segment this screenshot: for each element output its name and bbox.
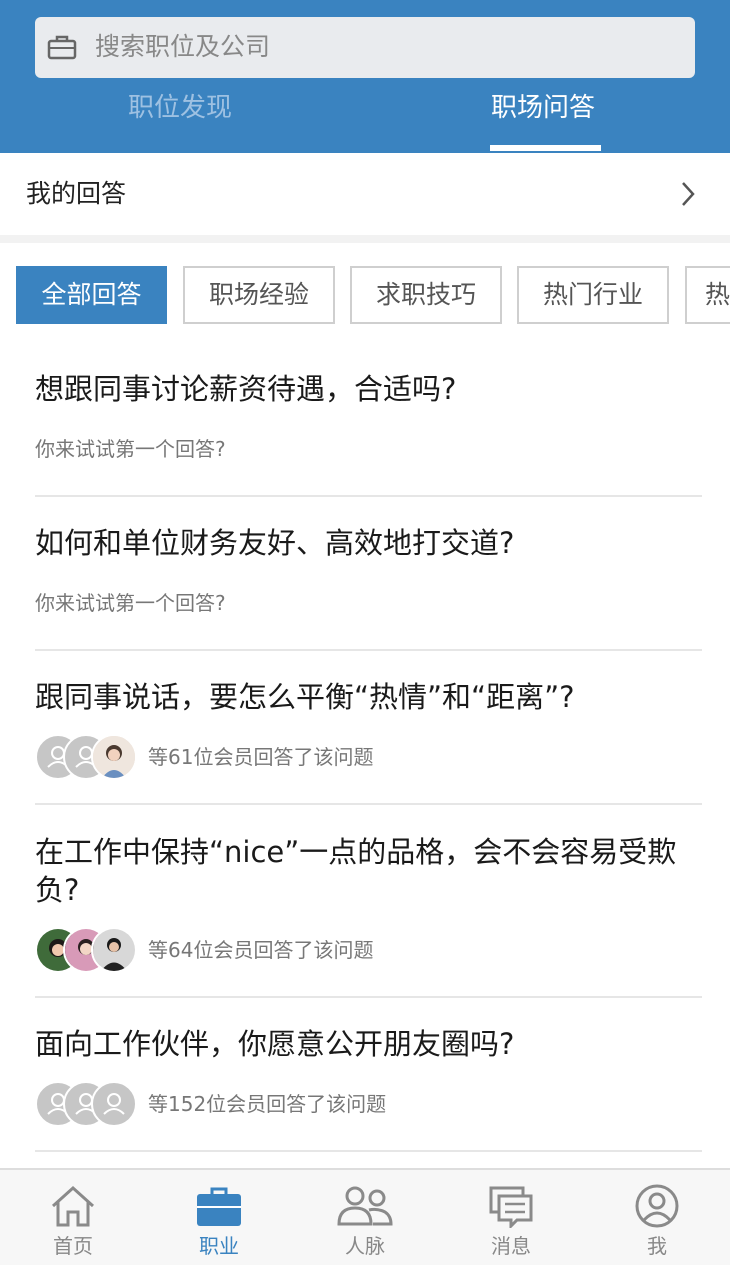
answer-count-text: 等61位会员回答了该问题 (148, 745, 374, 769)
nav-item-career[interactable]: 职业 (146, 1170, 292, 1267)
nav-item-me[interactable]: 我 (584, 1170, 730, 1267)
people-icon (337, 1186, 393, 1226)
question-title: 如何和单位财务友好、高效地打交道? (35, 526, 515, 560)
avatar (91, 1081, 137, 1127)
divider (35, 1150, 702, 1152)
question-item[interactable]: 面向工作伙伴，你愿意公开朋友圈吗? (35, 1025, 702, 1063)
search-placeholder: 搜索职位及公司 (95, 32, 271, 61)
user-icon (635, 1184, 679, 1228)
divider (35, 649, 702, 651)
tab-workplace-qa[interactable]: 职场问答 (491, 90, 595, 126)
nav-label: 我 (647, 1234, 667, 1258)
question-subtext: 你来试试第一个回答? (35, 591, 226, 615)
avatar (91, 734, 137, 780)
category-chip-more[interactable]: 热 (685, 266, 730, 324)
tab-job-discovery[interactable]: 职位发现 (128, 90, 232, 126)
header-bar: 搜索职位及公司 职位发现 职场问答 (0, 0, 730, 153)
category-chip-job-tips[interactable]: 求职技巧 (350, 266, 502, 324)
divider (35, 803, 702, 805)
my-answers-label: 我的回答 (26, 179, 127, 208)
question-title: 面向工作伙伴，你愿意公开朋友圈吗? (35, 1027, 515, 1061)
briefcase-icon (47, 35, 77, 60)
category-chip-experience[interactable]: 职场经验 (183, 266, 335, 324)
active-tab-indicator (490, 145, 601, 151)
nav-item-home[interactable]: 首页 (0, 1170, 146, 1267)
nav-label: 职业 (199, 1234, 239, 1258)
my-answers-row[interactable]: 我的回答 (0, 153, 730, 235)
question-title: 跟同事说话，要怎么平衡“热情”和“距离”? (35, 680, 575, 714)
answer-count-text: 等152位会员回答了该问题 (148, 1092, 387, 1116)
question-subtext-wrap: 你来试试第一个回答? (35, 436, 702, 462)
answerer-avatars (35, 927, 145, 973)
home-icon (51, 1185, 95, 1227)
nav-label: 人脉 (345, 1234, 385, 1258)
chevron-right-icon (682, 182, 695, 206)
question-item[interactable]: 跟同事说话，要怎么平衡“热情”和“距离”? (35, 678, 702, 716)
answerer-avatars (35, 1081, 145, 1127)
section-divider (0, 235, 730, 243)
divider (35, 495, 702, 497)
answerer-avatars (35, 734, 145, 780)
question-title: 在工作中保持“nice”一点的品格，会不会容易受欺负? (35, 835, 677, 907)
nav-item-network[interactable]: 人脉 (292, 1170, 438, 1267)
question-item[interactable]: 想跟同事讨论薪资待遇，合适吗? (35, 370, 702, 408)
question-title: 想跟同事讨论薪资待遇，合适吗? (35, 372, 457, 406)
question-subtext: 你来试试第一个回答? (35, 437, 226, 461)
category-chip-hot-industry[interactable]: 热门行业 (517, 266, 669, 324)
question-item[interactable]: 在工作中保持“nice”一点的品格，会不会容易受欺负? (35, 833, 702, 909)
question-item[interactable]: 如何和单位财务友好、高效地打交道? (35, 524, 702, 562)
search-input[interactable]: 搜索职位及公司 (35, 17, 695, 78)
nav-item-messages[interactable]: 消息 (438, 1170, 584, 1267)
bottom-nav: 首页 职业 人脉 消息 我 (0, 1168, 730, 1265)
message-icon (489, 1186, 533, 1228)
nav-label: 消息 (491, 1234, 531, 1258)
answer-count-text: 等64位会员回答了该问题 (148, 938, 374, 962)
category-chip-all[interactable]: 全部回答 (16, 266, 167, 324)
question-subtext-wrap: 你来试试第一个回答? (35, 590, 702, 616)
nav-label: 首页 (53, 1234, 93, 1258)
user-placeholder-icon (103, 1093, 125, 1115)
divider (35, 996, 702, 998)
user-photo (93, 929, 135, 971)
avatar (91, 927, 137, 973)
user-photo (93, 736, 135, 778)
briefcase-icon (197, 1187, 241, 1226)
